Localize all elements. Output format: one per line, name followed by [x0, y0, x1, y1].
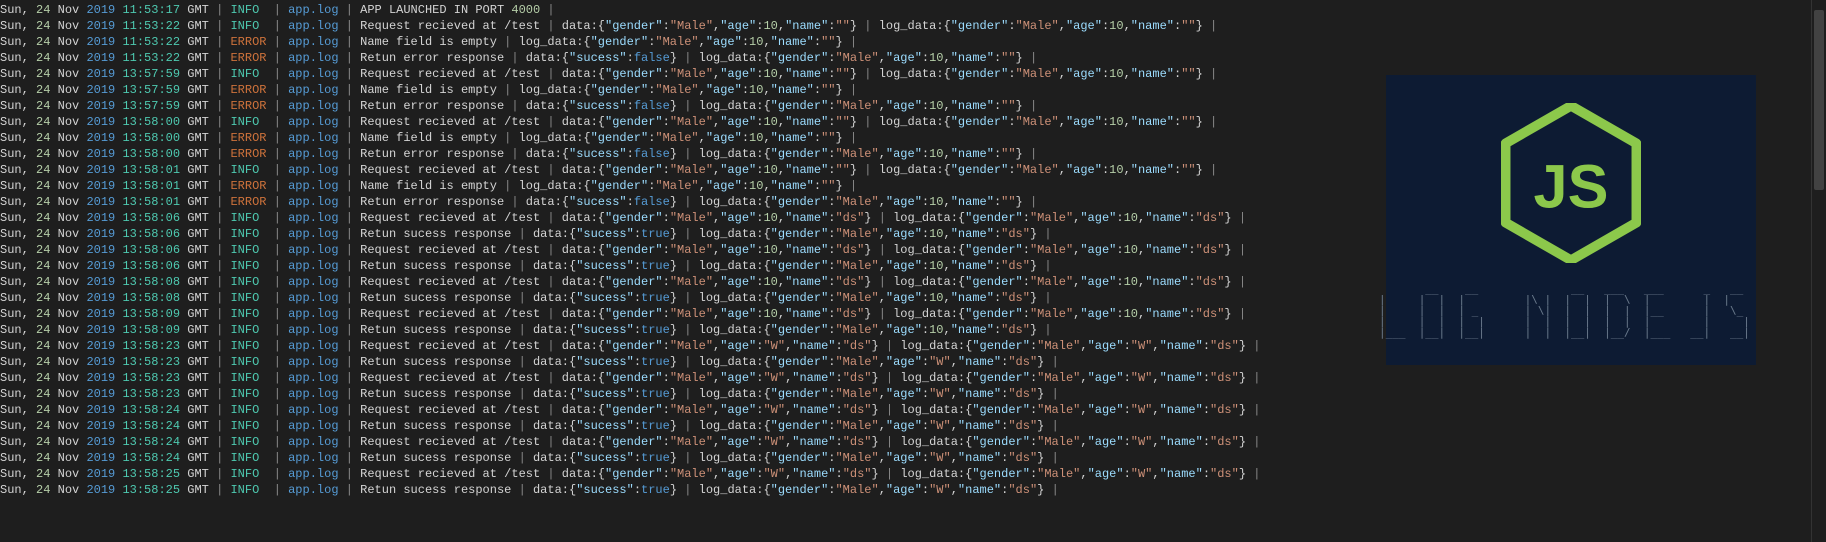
log-line: Sun, 24 Nov 2019 13:58:24 GMT | INFO | a… — [0, 418, 1810, 434]
log-line: Sun, 24 Nov 2019 11:53:17 GMT | INFO | a… — [0, 2, 1810, 18]
vertical-scrollbar[interactable] — [1811, 0, 1826, 542]
log-line: Sun, 24 Nov 2019 13:58:23 GMT | INFO | a… — [0, 370, 1810, 386]
log-line: Sun, 24 Nov 2019 13:58:24 GMT | INFO | a… — [0, 402, 1810, 418]
scrollbar-thumb[interactable] — [1814, 10, 1824, 190]
log-line: Sun, 24 Nov 2019 11:53:22 GMT | INFO | a… — [0, 18, 1810, 34]
log-line: Sun, 24 Nov 2019 13:58:24 GMT | INFO | a… — [0, 434, 1810, 450]
log-line: Sun, 24 Nov 2019 13:58:24 GMT | INFO | a… — [0, 450, 1810, 466]
log-line: Sun, 24 Nov 2019 11:53:22 GMT | ERROR | … — [0, 50, 1810, 66]
log-line: Sun, 24 Nov 2019 13:58:23 GMT | INFO | a… — [0, 386, 1810, 402]
nodejs-logo-icon: JS — [1501, 103, 1641, 263]
nodejs-logo-text: JS — [1534, 152, 1609, 220]
ascii-title: __ __ __ ___ ___ _ __ | | | | |\ | | | |… — [1379, 283, 1763, 338]
log-line: Sun, 24 Nov 2019 13:58:25 GMT | INFO | a… — [0, 466, 1810, 482]
log-line: Sun, 24 Nov 2019 13:58:25 GMT | INFO | a… — [0, 482, 1810, 498]
nodejs-log-badge: JS __ __ __ ___ ___ _ __ | | | | |\ | | … — [1386, 75, 1756, 365]
log-line: Sun, 24 Nov 2019 11:53:22 GMT | ERROR | … — [0, 34, 1810, 50]
